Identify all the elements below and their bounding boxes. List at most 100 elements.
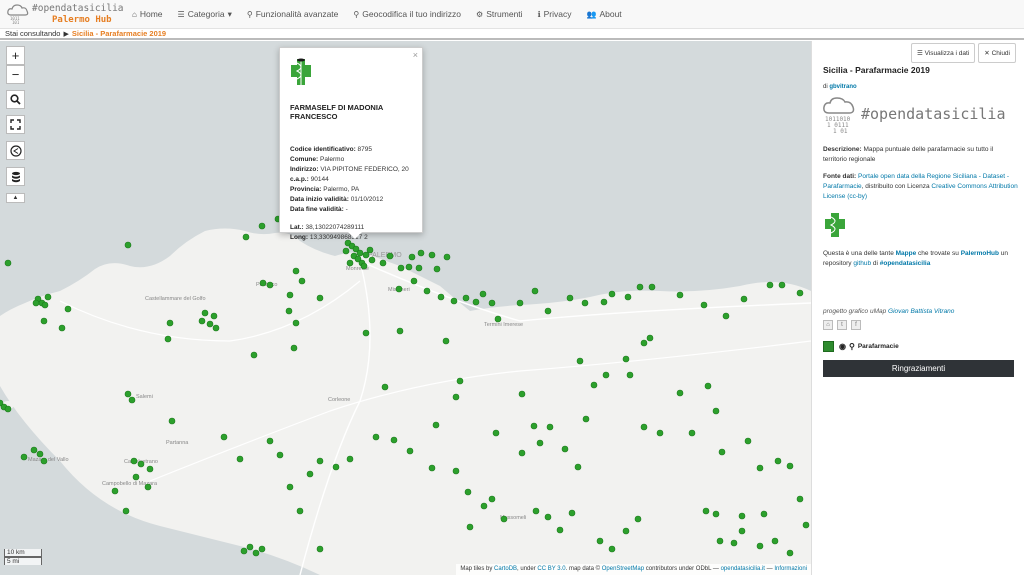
parafarmacia-marker[interactable]: [488, 495, 496, 503]
parafarmacia-marker[interactable]: [4, 405, 12, 413]
parafarmacia-marker[interactable]: [466, 523, 474, 531]
parafarmacia-marker[interactable]: [405, 263, 413, 271]
parafarmacia-marker[interactable]: [536, 439, 544, 447]
layer-name[interactable]: Parafarmacie: [858, 343, 899, 350]
parafarmacia-marker[interactable]: [266, 437, 274, 445]
parafarmacia-marker[interactable]: [390, 436, 398, 444]
parafarmacia-marker[interactable]: [432, 421, 440, 429]
parafarmacia-marker[interactable]: [290, 344, 298, 352]
parafarmacia-marker[interactable]: [146, 465, 154, 473]
parafarmacia-marker[interactable]: [740, 295, 748, 303]
search-icon[interactable]: [6, 90, 25, 109]
nav-item-about[interactable]: 👥 About: [586, 9, 621, 19]
parafarmacia-marker[interactable]: [568, 509, 576, 517]
parafarmacia-marker[interactable]: [636, 283, 644, 291]
zoom-to-layer-icon[interactable]: ⚲: [849, 342, 855, 351]
thanks-button[interactable]: Ringraziamenti: [823, 360, 1014, 377]
parafarmacia-marker[interactable]: [492, 429, 500, 437]
fullscreen-icon[interactable]: [6, 115, 25, 134]
parafarmacia-marker[interactable]: [452, 393, 460, 401]
parafarmacia-marker[interactable]: [702, 507, 710, 515]
parafarmacia-marker[interactable]: [531, 287, 539, 295]
parafarmacia-marker[interactable]: [415, 264, 423, 272]
parafarmacia-marker[interactable]: [566, 294, 574, 302]
parafarmacia-marker[interactable]: [417, 249, 425, 257]
parafarmacia-marker[interactable]: [544, 307, 552, 315]
parafarmacia-marker[interactable]: [602, 371, 610, 379]
parafarmacia-marker[interactable]: [144, 483, 152, 491]
parafarmacia-marker[interactable]: [242, 233, 250, 241]
credit-author-link[interactable]: Giovan Battista Vitrano: [888, 308, 954, 315]
zoom-in-button[interactable]: +: [6, 46, 25, 65]
parafarmacia-marker[interactable]: [574, 463, 582, 471]
parafarmacia-marker[interactable]: [802, 521, 810, 529]
parafarmacia-marker[interactable]: [296, 507, 304, 515]
parafarmacia-marker[interactable]: [206, 320, 214, 328]
parafarmacia-marker[interactable]: [437, 293, 445, 301]
parafarmacia-marker[interactable]: [494, 315, 502, 323]
parafarmacia-marker[interactable]: [285, 307, 293, 315]
breadcrumb-current[interactable]: Sicilia - Parafarmacie 2019: [72, 29, 166, 38]
parafarmacia-marker[interactable]: [546, 423, 554, 431]
parafarmacia-marker[interactable]: [298, 277, 306, 285]
parafarmacia-marker[interactable]: [428, 464, 436, 472]
informazioni-link[interactable]: Informazioni: [774, 566, 807, 572]
parafarmacia-marker[interactable]: [443, 253, 451, 261]
parafarmacia-marker[interactable]: [676, 291, 684, 299]
parafarmacia-marker[interactable]: [428, 251, 436, 259]
parafarmacia-marker[interactable]: [561, 445, 569, 453]
parafarmacia-marker[interactable]: [44, 293, 52, 301]
facebook-icon[interactable]: f: [851, 320, 861, 330]
parafarmacia-marker[interactable]: [292, 267, 300, 275]
palermohub-link[interactable]: PalermoHub: [961, 250, 999, 257]
layers-database-icon[interactable]: [6, 167, 25, 186]
parafarmacia-marker[interactable]: [600, 298, 608, 306]
parafarmacia-marker[interactable]: [532, 507, 540, 515]
parafarmacia-marker[interactable]: [198, 317, 206, 325]
parafarmacia-marker[interactable]: [648, 283, 656, 291]
parafarmacia-marker[interactable]: [362, 329, 370, 337]
brand-logo[interactable]: 1011 101 #opendatasicilia Palermo Hub: [6, 3, 132, 26]
parafarmacia-marker[interactable]: [472, 298, 480, 306]
share-icon[interactable]: [6, 141, 25, 160]
parafarmacia-marker[interactable]: [32, 299, 40, 307]
parafarmacia-marker[interactable]: [210, 312, 218, 320]
parafarmacia-marker[interactable]: [423, 287, 431, 295]
parafarmacia-marker[interactable]: [396, 327, 404, 335]
parafarmacia-marker[interactable]: [40, 317, 48, 325]
parafarmacia-marker[interactable]: [582, 415, 590, 423]
parafarmacia-marker[interactable]: [408, 253, 416, 261]
parafarmacia-marker[interactable]: [796, 495, 804, 503]
parafarmacia-marker[interactable]: [518, 390, 526, 398]
parafarmacia-marker[interactable]: [381, 383, 389, 391]
nav-item-strumenti[interactable]: ⚙ Strumenti: [476, 9, 523, 19]
github-link[interactable]: github: [853, 260, 871, 267]
osm-link[interactable]: OpenStreetMap: [602, 566, 644, 572]
parafarmacia-marker[interactable]: [634, 515, 642, 523]
parafarmacia-marker[interactable]: [646, 334, 654, 342]
parafarmacia-marker[interactable]: [316, 457, 324, 465]
parafarmacia-marker[interactable]: [164, 335, 172, 343]
parafarmacia-marker[interactable]: [132, 473, 140, 481]
parafarmacia-marker[interactable]: [342, 247, 350, 255]
nav-item-privacy[interactable]: ℹ Privacy: [538, 9, 572, 19]
parafarmacia-marker[interactable]: [276, 451, 284, 459]
parafarmacia-marker[interactable]: [286, 483, 294, 491]
parafarmacia-marker[interactable]: [500, 515, 508, 523]
parafarmacia-marker[interactable]: [712, 407, 720, 415]
parafarmacia-marker[interactable]: [306, 470, 314, 478]
parafarmacia-marker[interactable]: [41, 301, 49, 309]
embed-icon[interactable]: ⌂: [823, 320, 833, 330]
parafarmacia-marker[interactable]: [716, 537, 724, 545]
parafarmacia-marker[interactable]: [738, 527, 746, 535]
parafarmacia-marker[interactable]: [258, 222, 266, 230]
parafarmacia-marker[interactable]: [576, 357, 584, 365]
parafarmacia-marker[interactable]: [122, 507, 130, 515]
parafarmacia-marker[interactable]: [462, 294, 470, 302]
twitter-icon[interactable]: t: [837, 320, 847, 330]
parafarmacia-marker[interactable]: [246, 543, 254, 551]
parafarmacia-marker[interactable]: [64, 305, 72, 313]
parafarmacia-marker[interactable]: [130, 457, 138, 465]
eye-icon[interactable]: ◉: [839, 342, 846, 351]
ccby-link[interactable]: CC BY 3.0: [537, 566, 565, 572]
